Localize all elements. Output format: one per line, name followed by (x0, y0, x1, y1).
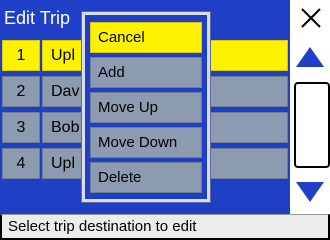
close-x-icon (301, 8, 321, 28)
scrollbar[interactable] (290, 36, 330, 214)
row-number: 3 (2, 112, 40, 143)
menu-item-move-down[interactable]: Move Down (90, 127, 202, 158)
scroll-down-button[interactable] (290, 172, 330, 212)
triangle-down-icon (296, 182, 324, 202)
menu-item-cancel[interactable]: Cancel (90, 22, 202, 53)
menu-item-move-up[interactable]: Move Up (90, 92, 202, 123)
status-bar: Select trip destination to edit (0, 214, 330, 240)
row-number: 2 (2, 76, 40, 107)
row-number: 1 (2, 40, 40, 71)
scroll-track[interactable] (294, 82, 330, 168)
scroll-up-button[interactable] (290, 36, 330, 78)
page-title: Edit Trip (4, 8, 71, 28)
close-button[interactable] (292, 0, 330, 36)
triangle-up-icon (296, 47, 324, 67)
status-text: Select trip destination to edit (8, 218, 197, 235)
menu-item-add[interactable]: Add (90, 57, 202, 88)
edit-trip-screen: Edit Trip 1 Upl 2 Dav 3 Bob 4 Upl Select… (0, 0, 330, 240)
edit-menu-popup: Cancel Add Move Up Move Down Delete (82, 12, 210, 202)
menu-item-delete[interactable]: Delete (90, 162, 202, 193)
row-number: 4 (2, 148, 40, 179)
